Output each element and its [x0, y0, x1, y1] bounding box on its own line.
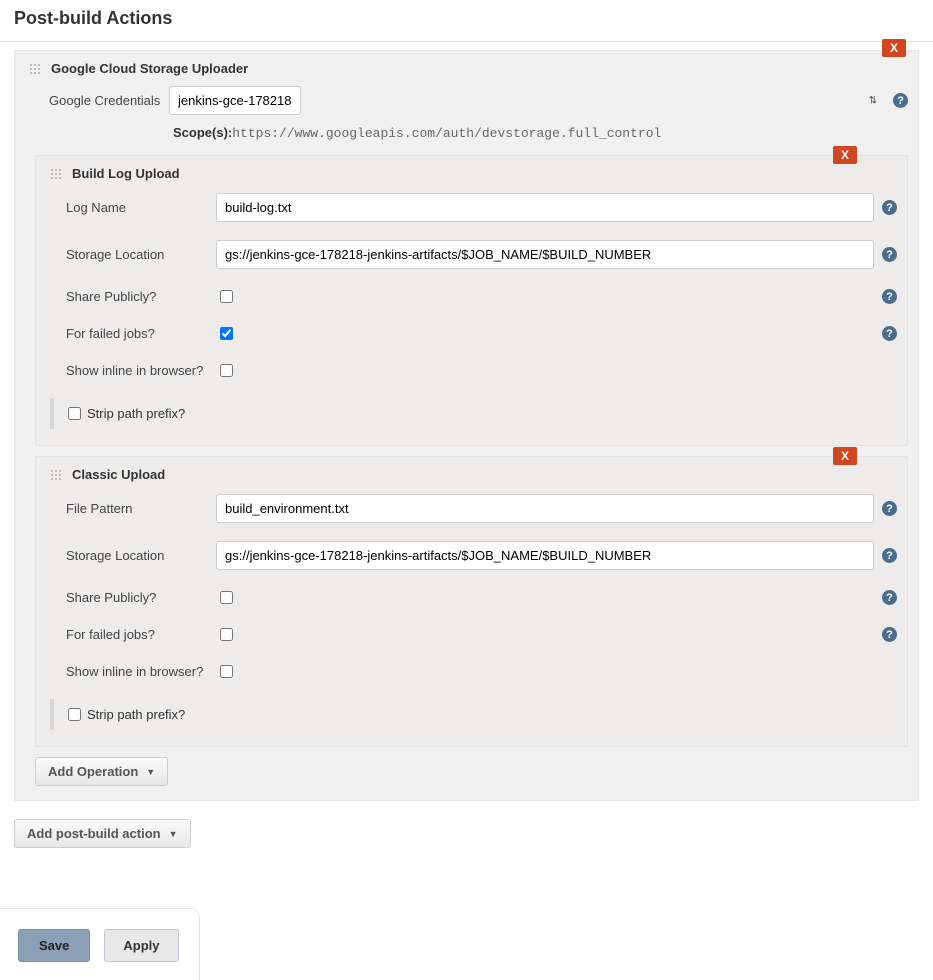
for-failed-jobs-label: For failed jobs?: [66, 627, 216, 642]
share-publicly-label: Share Publicly?: [66, 590, 216, 605]
file-pattern-label: File Pattern: [66, 501, 216, 516]
storage-location-label: Storage Location: [66, 247, 216, 262]
bottom-action-bar: Save Apply: [0, 908, 200, 980]
drag-handle-icon[interactable]: [50, 469, 62, 481]
strip-path-prefix-checkbox[interactable]: [68, 407, 81, 420]
add-post-build-action-button[interactable]: Add post-build action ▼: [14, 819, 191, 848]
credentials-select[interactable]: jenkins-gce-178218: [169, 86, 301, 115]
storage-location-label: Storage Location: [66, 548, 216, 563]
help-icon[interactable]: ?: [882, 289, 897, 304]
chevron-down-icon: ▼: [169, 829, 178, 839]
scope-row: Scope(s):https://www.googleapis.com/auth…: [173, 125, 908, 141]
storage-location-input[interactable]: [216, 240, 874, 269]
help-icon[interactable]: ?: [882, 590, 897, 605]
show-inline-checkbox[interactable]: [220, 665, 233, 678]
divider: [0, 41, 933, 42]
chevron-down-icon: ▼: [146, 767, 155, 777]
share-publicly-checkbox[interactable]: [220, 591, 233, 604]
storage-location-input[interactable]: [216, 541, 874, 570]
show-inline-checkbox[interactable]: [220, 364, 233, 377]
gcs-uploader-panel: Google Cloud Storage Uploader X Google C…: [14, 50, 919, 801]
for-failed-jobs-label: For failed jobs?: [66, 326, 216, 341]
add-operation-button[interactable]: Add Operation ▼: [35, 757, 168, 786]
for-failed-jobs-checkbox[interactable]: [220, 327, 233, 340]
help-icon[interactable]: ?: [893, 93, 908, 108]
help-icon[interactable]: ?: [882, 247, 897, 262]
add-operation-label: Add Operation: [48, 764, 138, 779]
help-icon[interactable]: ?: [882, 326, 897, 341]
strip-path-prefix-checkbox[interactable]: [68, 708, 81, 721]
classic-upload-panel: Classic Upload X File Pattern ? Storage …: [35, 456, 908, 747]
save-button[interactable]: Save: [18, 929, 90, 962]
page-title: Post-build Actions: [14, 8, 933, 29]
help-icon[interactable]: ?: [882, 501, 897, 516]
for-failed-jobs-checkbox[interactable]: [220, 628, 233, 641]
log-name-input[interactable]: [216, 193, 874, 222]
log-name-label: Log Name: [66, 200, 216, 215]
strip-path-prefix-label: Strip path prefix?: [87, 707, 185, 722]
build-log-title: Build Log Upload: [72, 166, 180, 181]
apply-button[interactable]: Apply: [104, 929, 178, 962]
delete-classic-upload-button[interactable]: X: [833, 447, 857, 465]
add-post-build-action-label: Add post-build action: [27, 826, 161, 841]
scope-label: Scope(s):: [173, 125, 232, 140]
help-icon[interactable]: ?: [882, 627, 897, 642]
uploader-title: Google Cloud Storage Uploader: [51, 61, 248, 76]
file-pattern-input[interactable]: [216, 494, 874, 523]
drag-handle-icon[interactable]: [29, 63, 41, 75]
strip-path-prefix-label: Strip path prefix?: [87, 406, 185, 421]
help-icon[interactable]: ?: [882, 548, 897, 563]
build-log-upload-panel: Build Log Upload X Log Name ? Storage Lo…: [35, 155, 908, 446]
scope-url: https://www.googleapis.com/auth/devstora…: [232, 126, 661, 141]
classic-upload-title: Classic Upload: [72, 467, 165, 482]
show-inline-label: Show inline in browser?: [66, 664, 216, 679]
share-publicly-label: Share Publicly?: [66, 289, 216, 304]
delete-build-log-button[interactable]: X: [833, 146, 857, 164]
drag-handle-icon[interactable]: [50, 168, 62, 180]
delete-uploader-button[interactable]: X: [882, 39, 906, 57]
help-icon[interactable]: ?: [882, 200, 897, 215]
credentials-label: Google Credentials: [49, 93, 169, 108]
show-inline-label: Show inline in browser?: [66, 363, 216, 378]
share-publicly-checkbox[interactable]: [220, 290, 233, 303]
